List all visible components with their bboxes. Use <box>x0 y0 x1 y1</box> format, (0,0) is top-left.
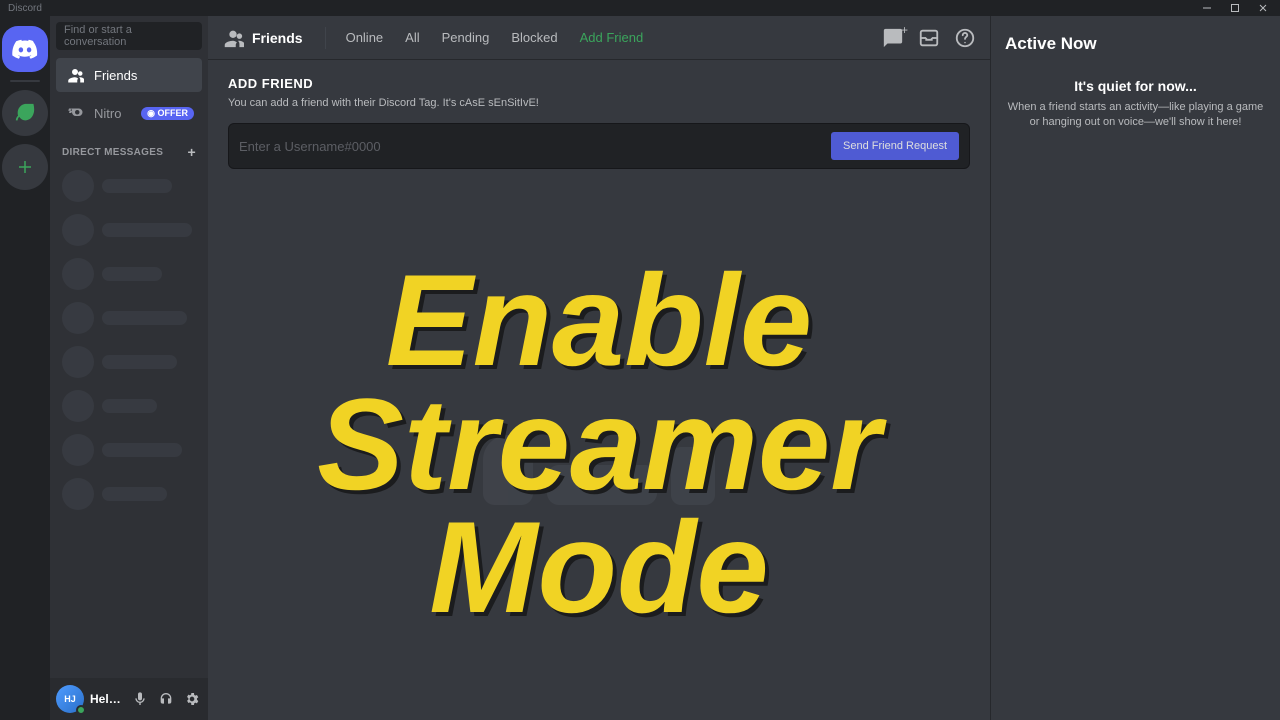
server-item[interactable] <box>2 90 48 136</box>
sidebar-item-label: Nitro <box>94 106 121 121</box>
divider <box>325 27 326 49</box>
tab-add-friend[interactable]: Add Friend <box>572 26 652 49</box>
main-area: Friends Online All Pending Blocked Add F… <box>208 16 1280 720</box>
dm-placeholder <box>50 252 208 296</box>
inbox-button[interactable] <box>918 27 940 49</box>
window-close-button[interactable] <box>1250 0 1276 16</box>
dm-placeholder <box>50 472 208 516</box>
empty-state-illustration <box>469 385 729 505</box>
tab-blocked[interactable]: Blocked <box>503 26 565 49</box>
overlay-line-3: Mode <box>429 506 768 630</box>
user-panel: HJ Helper Joel <box>50 678 208 720</box>
active-now-panel: Active Now It's quiet for now... When a … <box>990 16 1280 720</box>
dm-placeholder <box>50 296 208 340</box>
settings-button[interactable] <box>182 689 202 709</box>
server-separator <box>10 80 40 82</box>
window-maximize-button[interactable] <box>1222 0 1248 16</box>
home-button[interactable] <box>2 26 48 72</box>
server-list <box>0 16 50 720</box>
title-bar: Discord <box>0 0 1280 16</box>
dm-placeholder <box>50 208 208 252</box>
leaf-icon <box>14 102 36 124</box>
add-friend-desc: You can add a friend with their Discord … <box>228 97 970 109</box>
mute-button[interactable] <box>130 689 150 709</box>
dm-placeholder <box>50 340 208 384</box>
discord-logo-icon <box>12 39 38 59</box>
create-dm-button[interactable]: + <box>188 144 196 160</box>
friends-icon <box>222 27 244 49</box>
dm-placeholder <box>50 164 208 208</box>
add-server-button[interactable] <box>2 144 48 190</box>
conversation-search[interactable]: Find or start a conversation <box>56 22 202 50</box>
help-button[interactable] <box>954 27 976 49</box>
dm-section-header: DIRECT MESSAGES + <box>50 132 208 164</box>
offer-badge: ◉ OFFER <box>141 107 194 120</box>
topbar-title: Friends <box>252 30 303 46</box>
dm-placeholder <box>50 428 208 472</box>
top-bar: Friends Online All Pending Blocked Add F… <box>208 16 990 60</box>
sidebar-item-friends[interactable]: Friends <box>56 58 202 92</box>
search-placeholder: Find or start a conversation <box>64 24 194 48</box>
dm-header-label: DIRECT MESSAGES <box>62 147 163 158</box>
nitro-icon <box>66 103 84 123</box>
active-now-quiet-title: It's quiet for now... <box>1005 78 1266 94</box>
sidebar-item-label: Friends <box>94 68 137 83</box>
active-now-quiet-desc: When a friend starts an activity—like pl… <box>1005 100 1266 131</box>
tab-pending[interactable]: Pending <box>434 26 498 49</box>
add-friend-title: ADD FRIEND <box>228 76 970 91</box>
dm-placeholder <box>50 384 208 428</box>
window-title: Discord <box>4 3 42 14</box>
dm-sidebar: Find or start a conversation Friends Nit… <box>50 16 208 720</box>
user-avatar[interactable]: HJ <box>56 685 84 713</box>
overlay-line-1: Enable <box>386 259 812 383</box>
add-friend-section: ADD FRIEND You can add a friend with the… <box>208 60 990 169</box>
send-friend-request-button[interactable]: Send Friend Request <box>831 132 959 160</box>
tab-all[interactable]: All <box>397 26 427 49</box>
active-now-title: Active Now <box>1005 34 1266 54</box>
user-name: Helper Joel <box>90 692 124 706</box>
sidebar-item-nitro[interactable]: Nitro ◉ OFFER <box>56 96 202 130</box>
add-friend-input-row: Send Friend Request <box>228 123 970 169</box>
dm-skeleton-list <box>50 164 208 516</box>
plus-icon <box>16 158 34 176</box>
deafen-button[interactable] <box>156 689 176 709</box>
add-friend-input[interactable] <box>239 139 831 154</box>
status-online-icon <box>76 705 86 715</box>
friends-icon <box>66 65 84 85</box>
new-group-dm-button[interactable]: + <box>882 27 904 49</box>
window-minimize-button[interactable] <box>1194 0 1220 16</box>
tab-online[interactable]: Online <box>338 26 392 49</box>
